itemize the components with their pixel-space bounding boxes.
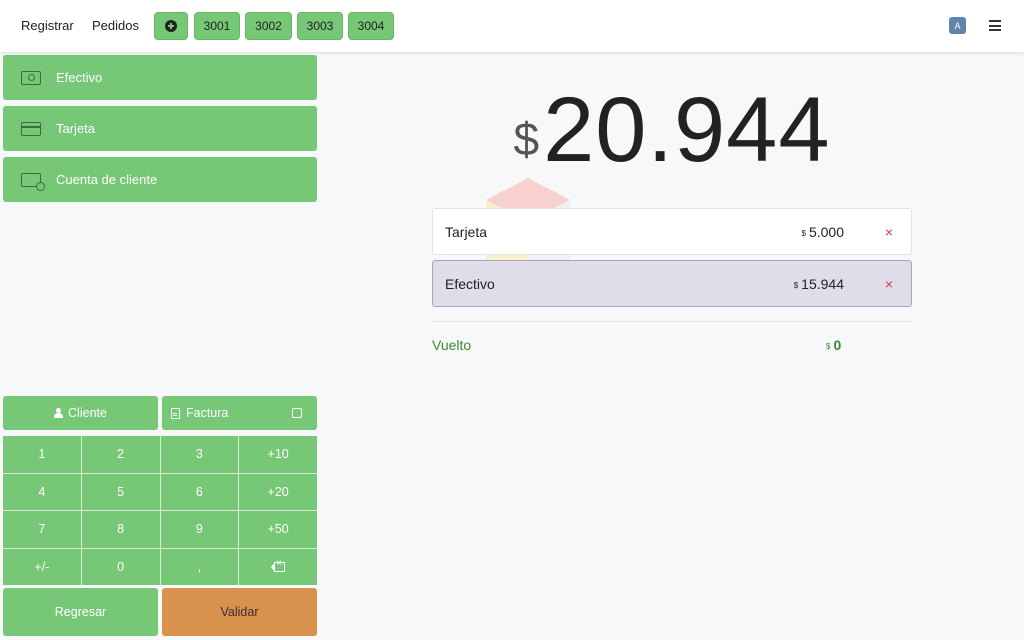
change-amount: $0 — [826, 337, 842, 353]
user-icon — [54, 408, 64, 418]
backspace-icon — [271, 558, 286, 572]
document-icon — [171, 407, 180, 419]
total-amount: 20.944 — [543, 79, 831, 181]
customer-button[interactable]: Cliente — [3, 396, 158, 430]
payment-line-name: Tarjeta — [445, 223, 488, 240]
cash-icon — [21, 70, 41, 85]
credit-card-icon — [21, 121, 41, 136]
customer-account-icon — [21, 172, 45, 191]
change-label: Vuelto — [432, 337, 472, 353]
avatar[interactable]: A — [949, 17, 966, 34]
numpad-key-9[interactable]: 9 — [160, 511, 239, 548]
validate-button[interactable]: Validar — [162, 588, 317, 636]
delete-line-icon[interactable]: × — [885, 276, 893, 292]
payment-method-label: Tarjeta — [56, 121, 96, 136]
back-button[interactable]: Regresar — [3, 588, 158, 636]
hamburger-menu-icon[interactable] — [989, 20, 1001, 31]
delete-line-icon[interactable]: × — [885, 224, 893, 240]
payment-line-amount: $15.944 — [793, 275, 844, 292]
top-bar: Registrar Pedidos 3001 3002 3003 3004 A — [0, 0, 1024, 52]
numpad-key-comma[interactable]: , — [160, 548, 239, 585]
total-due: $20.944 — [432, 78, 912, 183]
nav-orders[interactable]: Pedidos — [92, 18, 139, 33]
payment-line-card[interactable]: Tarjeta $5.000 × — [432, 208, 912, 255]
invoice-label: Factura — [186, 406, 229, 420]
payment-method-cash[interactable]: Efectivo — [3, 55, 317, 100]
nav-register[interactable]: Registrar — [21, 18, 74, 33]
order-tab-3001[interactable]: 3001 — [194, 12, 240, 40]
payment-line-cash[interactable]: Efectivo $15.944 × — [432, 260, 912, 307]
order-tab-3003[interactable]: 3003 — [297, 12, 343, 40]
total-currency: $ — [513, 113, 540, 165]
numpad-key-plus20[interactable]: +20 — [239, 473, 317, 510]
numpad-key-4[interactable]: 4 — [3, 473, 81, 510]
numpad-key-1[interactable]: 1 — [3, 436, 81, 473]
payment-method-card[interactable]: Tarjeta — [3, 106, 317, 151]
numpad: 1 2 3 +10 4 5 6 +20 7 8 9 +50 +/- 0 , — [3, 436, 317, 585]
order-tab-3004[interactable]: 3004 — [348, 12, 394, 40]
customer-label: Cliente — [68, 406, 107, 420]
numpad-key-2[interactable]: 2 — [81, 436, 160, 473]
numpad-key-0[interactable]: 0 — [81, 548, 160, 585]
divider — [432, 321, 912, 322]
payment-method-label: Cuenta de cliente — [56, 172, 158, 187]
numpad-key-sign[interactable]: +/- — [3, 548, 81, 585]
numpad-key-6[interactable]: 6 — [160, 473, 239, 510]
payment-method-customer-account[interactable]: Cuenta de cliente — [3, 157, 317, 202]
numpad-key-plus10[interactable]: +10 — [239, 436, 317, 473]
invoice-checkbox[interactable] — [292, 408, 302, 418]
order-tab-3002[interactable]: 3002 — [245, 12, 292, 40]
payment-line-amount: $5.000 — [801, 223, 845, 240]
payment-line-name: Efectivo — [445, 275, 495, 292]
numpad-key-plus50[interactable]: +50 — [239, 511, 317, 548]
payment-method-label: Efectivo — [56, 70, 103, 85]
numpad-key-backspace[interactable] — [239, 548, 317, 585]
numpad-key-5[interactable]: 5 — [81, 473, 160, 510]
numpad-key-3[interactable]: 3 — [160, 436, 239, 473]
add-order-button[interactable] — [154, 12, 188, 40]
plus-circle-icon — [165, 20, 177, 32]
invoice-button[interactable]: Factura — [162, 396, 317, 430]
numpad-key-7[interactable]: 7 — [3, 511, 81, 548]
numpad-key-8[interactable]: 8 — [81, 511, 160, 548]
